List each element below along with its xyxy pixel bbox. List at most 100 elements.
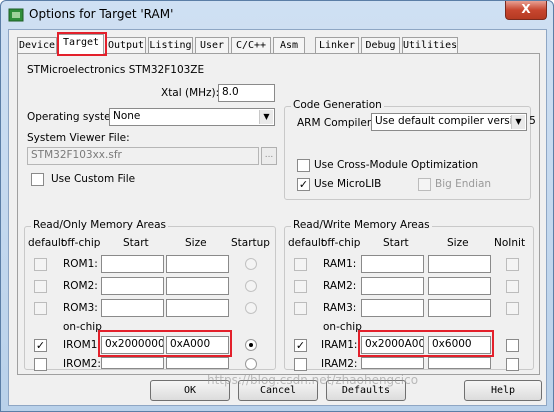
iram2-size-input[interactable] [428, 357, 491, 369]
rom3-size-input[interactable] [166, 299, 229, 317]
chevron-down-icon[interactable]: ▼ [511, 115, 525, 129]
big-endian-checkbox[interactable] [418, 178, 431, 191]
irom2-startup-radio[interactable] [245, 358, 257, 370]
close-button[interactable]: X [505, 1, 547, 20]
svf-label: System Viewer File: [27, 132, 130, 144]
iram1-label: IRAM1: [321, 339, 358, 351]
code-generation-title: Code Generation [291, 99, 384, 111]
rom-header-offchip: off-chip [61, 237, 101, 249]
chevron-down-icon[interactable]: ▼ [259, 110, 273, 124]
svf-browse-button[interactable]: ... [261, 147, 277, 165]
ram-header-start: Start [383, 237, 409, 249]
tab-cpp[interactable]: C/C++ [231, 37, 271, 54]
iram1-highlight [358, 330, 494, 357]
ram1-size-input[interactable] [428, 255, 491, 273]
ram3-default-checkbox[interactable] [294, 302, 307, 315]
os-select[interactable]: None ▼ [109, 108, 275, 126]
tab-debug[interactable]: Debug [361, 37, 400, 54]
rom-header-startup: Startup [231, 237, 270, 249]
ram2-default-checkbox[interactable] [294, 280, 307, 293]
title-bar: Options for Target 'RAM' X [1, 1, 553, 29]
irom2-default-checkbox[interactable] [34, 358, 47, 371]
ram3-noinit-checkbox[interactable] [506, 302, 519, 315]
rom-header-start: Start [123, 237, 149, 249]
iram1-default-checkbox[interactable]: ✓ [294, 339, 307, 352]
irom2-size-input[interactable] [166, 357, 229, 369]
xtal-label: Xtal (MHz): [161, 87, 220, 99]
irom2-label: IROM2: [63, 358, 101, 370]
ram3-start-input[interactable] [361, 299, 424, 317]
ram2-noinit-checkbox[interactable] [506, 280, 519, 293]
rom1-label: ROM1: [63, 258, 98, 270]
irom2-start-input[interactable] [101, 357, 164, 369]
target-tab-page: STMicroelectronics STM32F103ZE Xtal (MHz… [17, 53, 540, 375]
tab-device[interactable]: Device [17, 37, 57, 54]
rom3-startup-radio[interactable] [245, 302, 257, 314]
ram1-start-input[interactable] [361, 255, 424, 273]
rom1-start-input[interactable] [101, 255, 164, 273]
svf-input[interactable]: STM32F103xx.sfr [27, 147, 259, 165]
tab-asm[interactable]: Asm [273, 37, 305, 54]
iram2-noinit-checkbox[interactable] [506, 358, 519, 371]
rom-onchip-label: on-chip [63, 321, 102, 333]
keil-app-icon [8, 8, 24, 22]
custom-file-label: Use Custom File [51, 173, 136, 185]
ram2-size-input[interactable] [428, 277, 491, 295]
microlib-checkbox[interactable]: ✓ [297, 178, 310, 191]
options-dialog: Options for Target 'RAM' X Device Target… [0, 0, 554, 412]
tab-linker[interactable]: Linker [315, 37, 359, 54]
window-title: Options for Target 'RAM' [29, 7, 174, 21]
ram-header-noinit: NoInit [494, 237, 526, 249]
tab-utilities[interactable]: Utilities [402, 37, 458, 54]
ram1-label: RAM1: [323, 258, 357, 270]
iram2-default-checkbox[interactable] [294, 358, 307, 371]
rom3-start-input[interactable] [101, 299, 164, 317]
irom1-label: IROM1: [63, 339, 101, 351]
os-select-value: None [113, 110, 141, 122]
ram-areas-title: Read/Write Memory Areas [291, 219, 432, 231]
irom1-default-checkbox[interactable]: ✓ [34, 339, 47, 352]
ram-onchip-label: on-chip [323, 321, 362, 333]
rom2-startup-radio[interactable] [245, 280, 257, 292]
rom1-default-checkbox[interactable] [34, 258, 47, 271]
device-name: STMicroelectronics STM32F103ZE [27, 64, 205, 76]
ram-areas-group: Read/Write Memory Areas default off-chip… [284, 219, 534, 371]
ram2-label: RAM2: [323, 280, 357, 292]
ram2-start-input[interactable] [361, 277, 424, 295]
cross-module-label: Use Cross-Module Optimization [314, 159, 479, 171]
tab-user[interactable]: User [195, 37, 229, 54]
ram3-size-input[interactable] [428, 299, 491, 317]
xtal-input[interactable]: 8.0 [218, 84, 275, 102]
ram1-noinit-checkbox[interactable] [506, 258, 519, 271]
iram2-start-input[interactable] [361, 357, 424, 369]
custom-file-checkbox[interactable] [31, 173, 44, 186]
iram1-noinit-checkbox[interactable] [506, 339, 519, 352]
watermark: https://blog.csdn.net/zhaohengcico [207, 373, 419, 387]
dialog-client: Device Target Output Listing User C/C++ … [8, 29, 547, 406]
help-button[interactable]: Help [464, 380, 542, 401]
rom2-default-checkbox[interactable] [34, 280, 47, 293]
rom2-label: ROM2: [63, 280, 98, 292]
iram2-label: IRAM2: [321, 358, 358, 370]
target-tab-highlight [57, 32, 107, 56]
rom-areas-title: Read/Only Memory Areas [31, 219, 168, 231]
tab-output[interactable]: Output [106, 37, 146, 54]
cross-module-checkbox[interactable] [297, 159, 310, 172]
microlib-label: Use MicroLIB [314, 178, 382, 190]
ram3-label: RAM3: [323, 302, 357, 314]
code-generation-group: Code Generation ARM Compiler: Use defaul… [284, 99, 536, 200]
rom3-default-checkbox[interactable] [34, 302, 47, 315]
arm-compiler-select[interactable]: Use default compiler version 5 ▼ [371, 113, 536, 131]
rom1-size-input[interactable] [166, 255, 229, 273]
rom2-size-input[interactable] [166, 277, 229, 295]
ram-header-offchip: off-chip [321, 237, 361, 249]
ram1-default-checkbox[interactable] [294, 258, 307, 271]
rom-areas-group: Read/Only Memory Areas default off-chip … [24, 219, 276, 371]
rom2-start-input[interactable] [101, 277, 164, 295]
rom3-label: ROM3: [63, 302, 98, 314]
rom1-startup-radio[interactable] [245, 258, 257, 270]
tab-listing[interactable]: Listing [148, 37, 193, 54]
irom1-highlight [98, 330, 232, 357]
irom1-startup-radio[interactable] [245, 339, 257, 351]
ram-header-size: Size [447, 237, 469, 249]
